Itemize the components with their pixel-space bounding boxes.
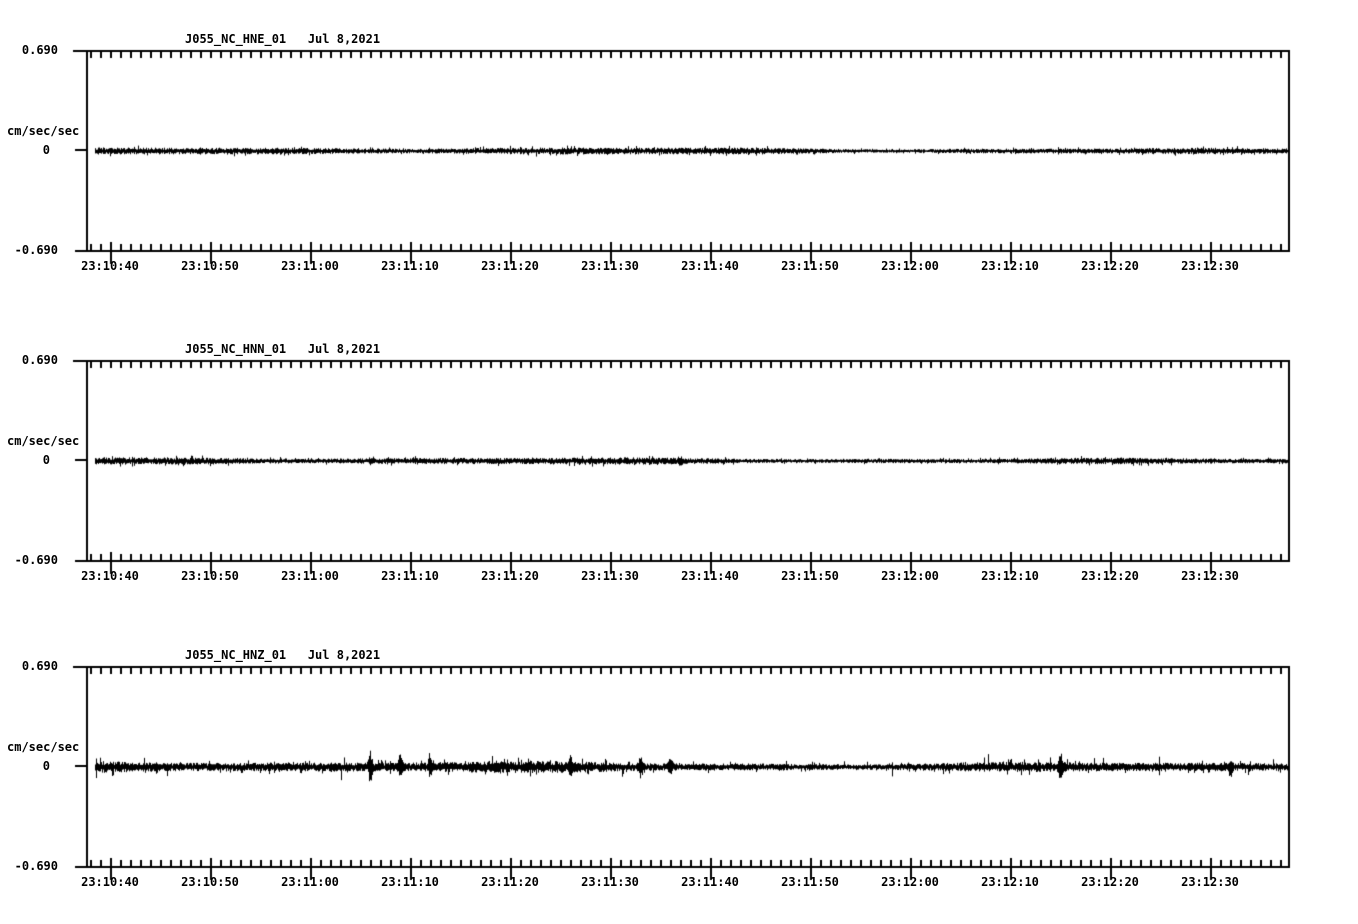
x-tick-label: 23:11:20 <box>470 569 550 583</box>
y-tick-label-zero: 0 <box>0 452 50 468</box>
panel-title: J055_NC_HNZ_01 Jul 8,2021 <box>185 647 380 663</box>
x-tick-label: 23:12:00 <box>870 569 950 583</box>
y-tick-label-max: 0.690 <box>0 352 58 368</box>
x-tick-label: 23:10:50 <box>170 569 250 583</box>
x-tick-label: 23:12:30 <box>1170 875 1250 889</box>
seismogram-trace-canvas <box>0 0 1358 924</box>
x-tick-label: 23:12:20 <box>1070 875 1150 889</box>
x-tick-label: 23:12:30 <box>1170 259 1250 273</box>
x-tick-label: 23:12:10 <box>970 569 1050 583</box>
y-tick-label-max: 0.690 <box>0 42 58 58</box>
x-tick-label: 23:11:30 <box>570 875 650 889</box>
x-tick-label: 23:12:20 <box>1070 569 1150 583</box>
y-tick-label-min: -0.690 <box>0 858 58 874</box>
x-tick-label: 23:10:40 <box>70 875 150 889</box>
x-tick-label: 23:10:40 <box>70 259 150 273</box>
x-tick-label: 23:11:10 <box>370 875 450 889</box>
y-tick-label-max: 0.690 <box>0 658 58 674</box>
x-tick-label: 23:11:40 <box>670 875 750 889</box>
y-tick-label-min: -0.690 <box>0 242 58 258</box>
x-tick-label: 23:11:00 <box>270 569 350 583</box>
x-tick-label: 23:11:00 <box>270 875 350 889</box>
x-tick-label: 23:12:20 <box>1070 259 1150 273</box>
x-tick-label: 23:11:40 <box>670 259 750 273</box>
x-tick-label: 23:11:10 <box>370 569 450 583</box>
x-tick-label: 23:11:30 <box>570 569 650 583</box>
x-tick-label: 23:10:40 <box>70 569 150 583</box>
y-axis-units-label: cm/sec/sec <box>7 433 79 449</box>
panel-title: J055_NC_HNN_01 Jul 8,2021 <box>185 341 380 357</box>
x-tick-label: 23:12:30 <box>1170 569 1250 583</box>
x-tick-label: 23:11:30 <box>570 259 650 273</box>
x-tick-label: 23:11:50 <box>770 569 850 583</box>
y-axis-units-label: cm/sec/sec <box>7 123 79 139</box>
seismogram-figure: J055_NC_HNE_01 Jul 8,2021 0.690 cm/sec/s… <box>0 0 1358 924</box>
x-tick-label: 23:10:50 <box>170 875 250 889</box>
panel-title: J055_NC_HNE_01 Jul 8,2021 <box>185 31 380 47</box>
x-tick-label: 23:12:00 <box>870 259 950 273</box>
x-tick-label: 23:11:10 <box>370 259 450 273</box>
x-tick-label: 23:11:50 <box>770 875 850 889</box>
x-tick-label: 23:11:20 <box>470 259 550 273</box>
x-tick-label: 23:11:50 <box>770 259 850 273</box>
x-tick-label: 23:10:50 <box>170 259 250 273</box>
x-tick-label: 23:11:00 <box>270 259 350 273</box>
x-tick-label: 23:11:40 <box>670 569 750 583</box>
x-tick-label: 23:12:10 <box>970 259 1050 273</box>
y-tick-label-zero: 0 <box>0 142 50 158</box>
x-tick-label: 23:12:00 <box>870 875 950 889</box>
y-axis-units-label: cm/sec/sec <box>7 739 79 755</box>
x-tick-label: 23:11:20 <box>470 875 550 889</box>
y-tick-label-min: -0.690 <box>0 552 58 568</box>
y-tick-label-zero: 0 <box>0 758 50 774</box>
x-tick-label: 23:12:10 <box>970 875 1050 889</box>
